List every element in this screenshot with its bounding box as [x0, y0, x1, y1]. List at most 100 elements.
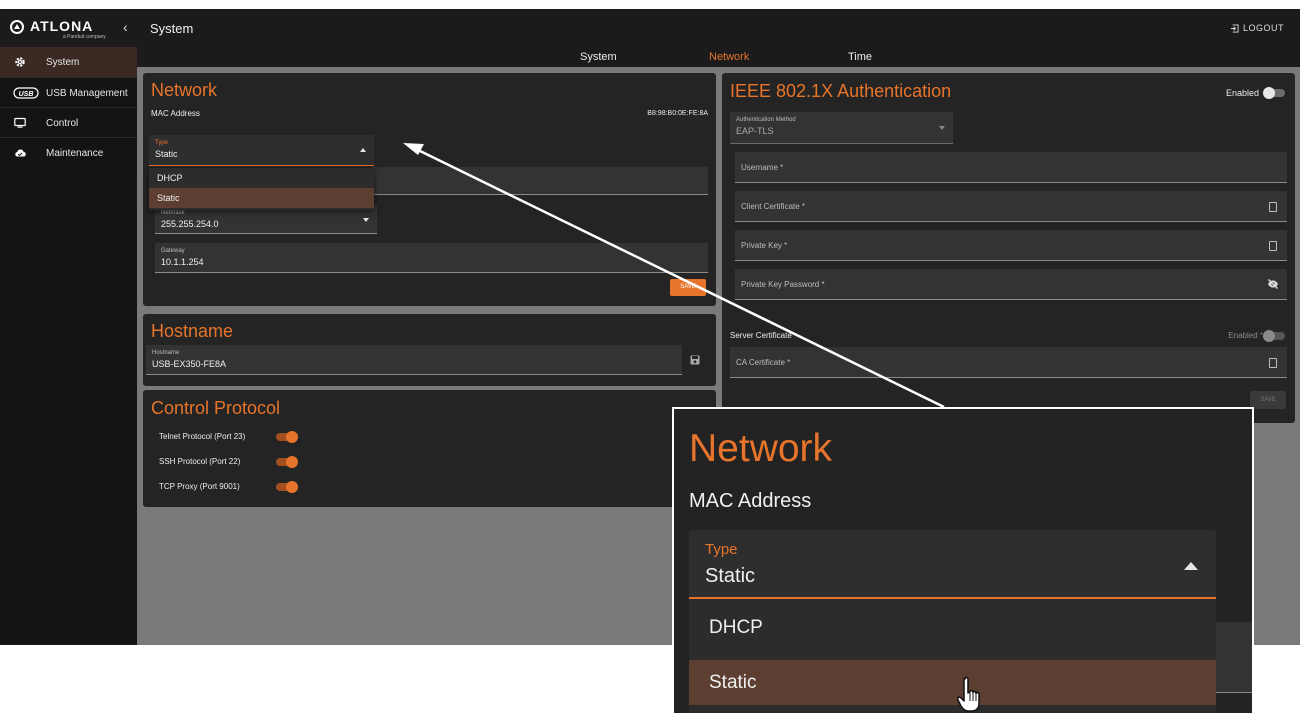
brand: ATLONA a Panduit company ‹ [0, 9, 137, 47]
file-upload-icon[interactable] [1269, 202, 1277, 212]
netmask-value: 255.255.254.0 [161, 219, 219, 229]
tab-network[interactable]: Network [709, 51, 749, 63]
gateway-label: Gateway [161, 248, 185, 254]
sidebar-item-usb-management[interactable]: USB USB Management [0, 77, 137, 108]
ieee-enabled-label: Enabled [1225, 88, 1259, 98]
username-placeholder: Username * [741, 163, 784, 172]
ca-certificate-field[interactable]: CA Certificate * [730, 347, 1287, 378]
atlona-logo-icon [10, 20, 24, 34]
zoom-type-option-static[interactable]: Static [689, 660, 1216, 705]
chevron-up-icon [1184, 562, 1198, 570]
mac-address-value: B8:98:B0:0E:FE:8A [647, 110, 708, 117]
private-key-password-field[interactable]: Private Key Password * [735, 269, 1287, 300]
hostname-field[interactable]: Hostname USB-EX350-FE8A [146, 345, 682, 375]
toggle-knob [1263, 330, 1275, 342]
ieee-card: IEEE 802.1X Authentication Enabled Authe… [722, 73, 1295, 423]
auth-method-label: Authentication Method [736, 117, 796, 123]
gateway-field[interactable]: Gateway 10.1.1.254 [155, 243, 708, 273]
gear-icon [15, 57, 25, 67]
sidebar-item-control[interactable]: Control [0, 107, 137, 138]
usb-icon: USB [13, 87, 39, 99]
auth-method-select[interactable]: Authentication Method EAP-TLS [730, 112, 953, 144]
telnet-toggle[interactable] [276, 431, 298, 443]
toggle-knob [286, 431, 298, 443]
hostname-value: USB-EX350-FE8A [152, 359, 227, 369]
network-title: Network [151, 80, 218, 100]
server-certificate-label: Server Certificate [730, 331, 792, 340]
brand-name: ATLONA [30, 18, 94, 34]
type-dropdown: DHCP Static [149, 168, 374, 210]
server-certificate-toggle[interactable] [1263, 330, 1285, 342]
cloud-icon [15, 149, 26, 157]
ip-address-field[interactable] [372, 167, 708, 195]
toggle-knob [1263, 87, 1275, 99]
sidebar: System USB USB Management Control Mainte… [0, 47, 137, 645]
ieee-save-button[interactable]: SAVE [1250, 391, 1286, 409]
tab-system[interactable]: System [580, 51, 617, 63]
ieee-title: IEEE 802.1X Authentication [730, 81, 952, 101]
ssh-toggle[interactable] [276, 456, 298, 468]
chevron-up-icon [360, 148, 366, 152]
hostname-title: Hostname [151, 321, 234, 341]
file-upload-icon[interactable] [1269, 358, 1277, 368]
tab-time[interactable]: Time [848, 51, 872, 63]
zoom-mac-address-label: MAC Address [689, 490, 812, 512]
ieee-enabled-toggle[interactable] [1263, 87, 1285, 99]
tcp-proxy-toggle[interactable] [276, 481, 298, 493]
sidebar-item-label: System [46, 57, 80, 68]
server-enabled-label: Enabled * [1228, 331, 1263, 340]
page-title: System [150, 21, 194, 36]
private-key-field[interactable]: Private Key * [735, 230, 1287, 261]
hand-pointer-icon [957, 676, 980, 712]
zoom-type-option-dhcp[interactable]: DHCP [689, 599, 1216, 657]
logout-label: LOGOUT [1242, 23, 1284, 33]
type-label: Type [155, 140, 169, 146]
username-field[interactable]: Username * [735, 152, 1287, 183]
gateway-value: 10.1.1.254 [161, 257, 204, 267]
control-protocol-title: Control Protocol [151, 398, 281, 418]
logout-button[interactable]: LOGOUT [1230, 23, 1284, 33]
client-certificate-placeholder: Client Certificate * [741, 202, 806, 211]
zoom-network-title: Network [689, 427, 833, 470]
hostname-card: Hostname Hostname USB-EX350-FE8A [143, 314, 716, 386]
netmask-label: Netmask [161, 210, 185, 216]
sidebar-item-label: USB Management [46, 88, 128, 99]
type-value: Static [155, 149, 178, 159]
zoom-ip-field-edge [1216, 622, 1252, 693]
zoom-callout: Network MAC Address Type Static DHCP Sta… [672, 407, 1254, 715]
sidebar-item-maintenance[interactable]: Maintenance [0, 137, 137, 168]
network-card: Network MAC Address B8:98:B0:0E:FE:8A Ne… [143, 73, 716, 306]
eye-off-icon[interactable] [1267, 279, 1279, 289]
toggle-knob [286, 481, 298, 493]
zoom-type-label: Type [705, 541, 738, 558]
sidebar-item-label: Control [46, 118, 79, 129]
auth-method-value: EAP-TLS [736, 126, 774, 136]
svg-text:USB: USB [19, 91, 34, 98]
file-upload-icon[interactable] [1269, 241, 1277, 251]
type-option-dhcp[interactable]: DHCP [149, 168, 374, 188]
telnet-label: Telnet Protocol (Port 23) [159, 432, 246, 441]
zoom-type-select[interactable]: Type Static [689, 530, 1216, 599]
hostname-label: Hostname [152, 350, 180, 356]
logout-icon [1230, 24, 1239, 33]
type-select[interactable]: Type Static [149, 135, 374, 166]
sidebar-item-system[interactable]: System [0, 47, 137, 77]
collapse-sidebar-icon[interactable]: ‹ [123, 19, 128, 35]
zoom-type-value: Static [705, 565, 756, 587]
monitor-icon [14, 117, 26, 128]
chevron-down-icon [363, 218, 369, 222]
mac-address-label: MAC Address [151, 109, 200, 118]
chevron-down-icon [939, 126, 945, 130]
ssh-label: SSH Protocol (Port 22) [159, 457, 241, 466]
ca-certificate-placeholder: CA Certificate * [736, 358, 791, 367]
client-certificate-field[interactable]: Client Certificate * [735, 191, 1287, 222]
tabs-bar: System Network Time [137, 47, 1300, 67]
type-option-static[interactable]: Static [149, 188, 374, 208]
tcp-proxy-label: TCP Proxy (Port 9001) [159, 482, 240, 491]
control-protocol-card: Control Protocol Telnet Protocol (Port 2… [143, 390, 716, 507]
top-bar: ATLONA a Panduit company ‹ System LOGOUT [0, 9, 1300, 47]
save-icon[interactable] [690, 355, 700, 365]
network-save-button[interactable]: SAVE [670, 279, 706, 296]
private-key-placeholder: Private Key * [741, 241, 788, 250]
toggle-knob [286, 456, 298, 468]
